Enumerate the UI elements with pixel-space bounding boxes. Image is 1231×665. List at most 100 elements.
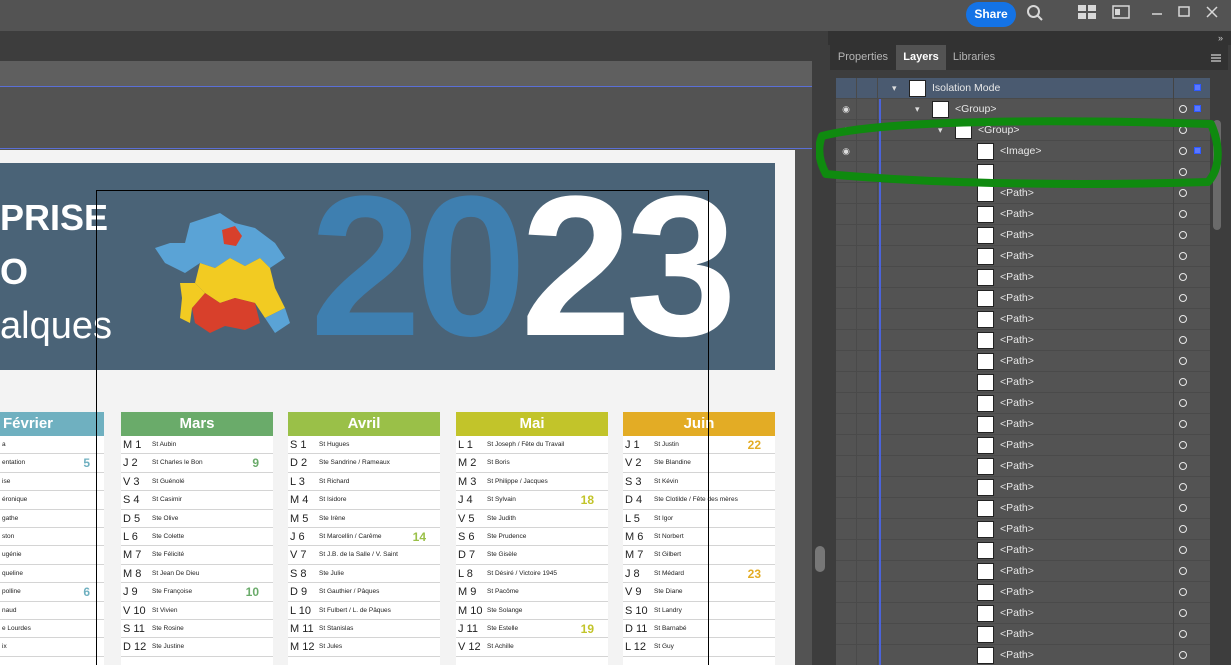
lock-toggle[interactable] xyxy=(857,603,878,623)
search-icon[interactable] xyxy=(1024,4,1046,26)
target-circle-icon[interactable] xyxy=(1179,189,1187,197)
layer-row[interactable]: <Path> xyxy=(836,519,1210,540)
layer-name[interactable]: <Path> xyxy=(1000,414,1034,435)
target-circle-icon[interactable] xyxy=(1179,378,1187,386)
lock-toggle[interactable] xyxy=(857,309,878,329)
layer-name[interactable]: <Path> xyxy=(1000,288,1034,309)
target-circle-icon[interactable] xyxy=(1179,483,1187,491)
layer-name[interactable]: <Path> xyxy=(1000,330,1034,351)
layer-name[interactable]: <Path> xyxy=(1000,267,1034,288)
target-circle-icon[interactable] xyxy=(1179,525,1187,533)
target-circle-icon[interactable] xyxy=(1179,609,1187,617)
lock-toggle[interactable] xyxy=(857,519,878,539)
workspace-layout-icon[interactable] xyxy=(1076,4,1098,26)
visibility-eye-icon[interactable] xyxy=(836,267,857,287)
lock-toggle[interactable] xyxy=(857,540,878,560)
layer-row[interactable]: <Path> xyxy=(836,477,1210,498)
layer-row[interactable]: <Path> xyxy=(836,582,1210,603)
lock-toggle[interactable] xyxy=(857,498,878,518)
lock-toggle[interactable] xyxy=(857,561,878,581)
target-circle-icon[interactable] xyxy=(1179,588,1187,596)
target-circle-icon[interactable] xyxy=(1179,210,1187,218)
target-circle-icon[interactable] xyxy=(1179,420,1187,428)
target-circle-icon[interactable] xyxy=(1179,546,1187,554)
target-circle-icon[interactable] xyxy=(1179,231,1187,239)
visibility-eye-icon[interactable] xyxy=(836,246,857,266)
lock-toggle[interactable] xyxy=(857,393,878,413)
lock-toggle[interactable] xyxy=(857,372,878,392)
layer-name[interactable]: Isolation Mode xyxy=(932,78,1000,99)
panel-toggle-icon[interactable] xyxy=(1110,4,1132,26)
layer-row[interactable]: <Path> xyxy=(836,330,1210,351)
target-circle-icon[interactable] xyxy=(1179,441,1187,449)
layer-row[interactable]: <Path> xyxy=(836,561,1210,582)
layer-row[interactable]: <Path> xyxy=(836,393,1210,414)
layer-name[interactable]: <Path> xyxy=(1000,519,1034,540)
layer-name[interactable]: <Path> xyxy=(1000,204,1034,225)
layer-name[interactable]: <Path> xyxy=(1000,246,1034,267)
target-circle-icon[interactable] xyxy=(1179,105,1187,113)
layer-name[interactable]: <Path> xyxy=(1000,225,1034,246)
target-circle-icon[interactable] xyxy=(1179,399,1187,407)
visibility-eye-icon[interactable] xyxy=(836,561,857,581)
target-circle-icon[interactable] xyxy=(1179,504,1187,512)
visibility-eye-icon[interactable] xyxy=(836,498,857,518)
visibility-eye-icon[interactable] xyxy=(836,456,857,476)
layer-row[interactable]: ▾ Isolation Mode xyxy=(836,78,1210,99)
maximize-icon[interactable] xyxy=(1173,4,1195,26)
target-circle-icon[interactable] xyxy=(1179,252,1187,260)
layer-row[interactable]: <Path> xyxy=(836,351,1210,372)
dock-collapse-bar[interactable]: » xyxy=(828,31,1231,45)
canvas-scroll-thumb[interactable] xyxy=(815,546,825,572)
lock-toggle[interactable] xyxy=(857,414,878,434)
lock-toggle[interactable] xyxy=(857,477,878,497)
layer-row[interactable]: <Path> xyxy=(836,225,1210,246)
visibility-eye-icon[interactable] xyxy=(836,330,857,350)
lock-toggle[interactable] xyxy=(857,435,878,455)
layer-name[interactable]: <Path> xyxy=(1000,372,1034,393)
selection-square-icon[interactable] xyxy=(1194,105,1201,112)
target-circle-icon[interactable] xyxy=(1179,336,1187,344)
layer-name[interactable]: <Path> xyxy=(1000,645,1034,665)
target-circle-icon[interactable] xyxy=(1179,651,1187,659)
layer-row[interactable]: <Path> xyxy=(836,267,1210,288)
visibility-eye-icon[interactable] xyxy=(836,519,857,539)
artboard[interactable]: PRISE O alques 2023 Février a entation 5 ise… xyxy=(0,150,795,665)
lock-toggle[interactable] xyxy=(857,456,878,476)
close-icon[interactable] xyxy=(1201,4,1223,26)
visibility-eye-icon[interactable] xyxy=(836,393,857,413)
visibility-eye-icon[interactable] xyxy=(836,435,857,455)
target-circle-icon[interactable] xyxy=(1179,273,1187,281)
visibility-eye-icon[interactable] xyxy=(836,414,857,434)
target-circle-icon[interactable] xyxy=(1179,294,1187,302)
layer-name[interactable]: <Path> xyxy=(1000,456,1034,477)
selection-bounding-box[interactable] xyxy=(96,190,709,665)
lock-toggle[interactable] xyxy=(857,225,878,245)
lock-toggle[interactable] xyxy=(857,288,878,308)
visibility-eye-icon[interactable] xyxy=(836,477,857,497)
layer-row[interactable]: <Path> xyxy=(836,645,1210,665)
lock-toggle[interactable] xyxy=(857,246,878,266)
lock-toggle[interactable] xyxy=(857,204,878,224)
layer-row[interactable]: <Path> xyxy=(836,498,1210,519)
visibility-eye-icon[interactable] xyxy=(836,645,857,665)
visibility-eye-icon[interactable] xyxy=(836,309,857,329)
target-circle-icon[interactable] xyxy=(1179,567,1187,575)
target-circle-icon[interactable] xyxy=(1179,315,1187,323)
lock-toggle[interactable] xyxy=(857,78,878,98)
share-button[interactable]: Share xyxy=(966,2,1016,27)
layer-name[interactable]: <Path> xyxy=(1000,477,1034,498)
layer-name[interactable]: <Path> xyxy=(1000,582,1034,603)
visibility-eye-icon[interactable] xyxy=(836,624,857,644)
visibility-eye-icon[interactable] xyxy=(836,603,857,623)
panel-menu-icon[interactable] xyxy=(1210,51,1222,63)
layer-name[interactable]: <Path> xyxy=(1000,540,1034,561)
tab-libraries[interactable]: Libraries xyxy=(946,45,1002,70)
target-circle-icon[interactable] xyxy=(1179,357,1187,365)
lock-toggle[interactable] xyxy=(857,645,878,665)
layer-row[interactable]: <Path> xyxy=(836,204,1210,225)
layer-row[interactable]: <Path> xyxy=(836,309,1210,330)
layer-row[interactable]: <Path> xyxy=(836,414,1210,435)
layer-row[interactable]: <Path> xyxy=(836,246,1210,267)
layer-name[interactable]: <Path> xyxy=(1000,393,1034,414)
